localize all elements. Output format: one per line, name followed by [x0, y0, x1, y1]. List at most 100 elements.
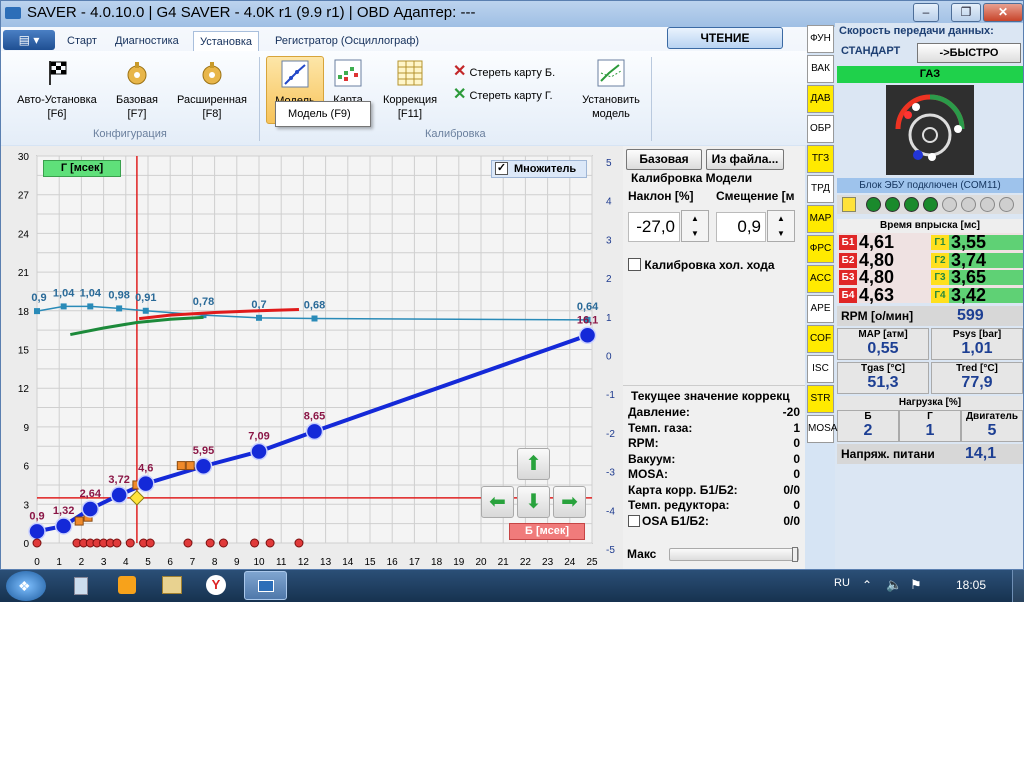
side-tab-6[interactable]: MAP: [807, 205, 834, 233]
folder-icon[interactable]: [162, 576, 182, 594]
side-tab-2[interactable]: ДАВ: [807, 85, 834, 113]
side-tab-13[interactable]: MOSA: [807, 415, 837, 443]
window-title: SAVER - 4.0.10.0 | G4 SAVER - 4.0K r1 (9…: [27, 4, 476, 21]
voltage-row: Напряж. питани 14,1: [837, 444, 1023, 464]
side-tab-4[interactable]: ТГЗ: [807, 145, 834, 173]
multiplier-label: Множитель: [514, 163, 577, 175]
injection-b-label: Б1: [839, 235, 857, 250]
flag-icon[interactable]: ⚑: [910, 577, 922, 593]
tab-diagnostics[interactable]: Диагностика: [109, 31, 185, 51]
correction-list: Давление: -20 Темп. газа: 1 RPM: 0 Вакуум: 0 MOS…: [628, 405, 800, 529]
checkbox-icon[interactable]: [628, 514, 640, 527]
speed-standard: СТАНДАРТ: [841, 45, 901, 57]
side-tab-7[interactable]: ФРС: [807, 235, 834, 263]
advanced-config-button[interactable]: Расширенная [F8]: [169, 59, 255, 121]
map-grid-icon: [334, 59, 362, 87]
offset-spinner[interactable]: ▲ ▼: [767, 210, 795, 242]
idle-calib-checkbox[interactable]: Калибровка хол. хода: [628, 258, 775, 272]
arrow-down-button[interactable]: ⬇: [517, 486, 550, 518]
led-icon: [923, 197, 938, 212]
load-g-value: 1: [925, 422, 935, 439]
spin-down-icon[interactable]: ▼: [768, 226, 794, 241]
injection-b-value: 4,63: [859, 284, 895, 305]
offset-input[interactable]: 0,9: [716, 212, 766, 242]
close-button[interactable]: ✕: [983, 3, 1023, 22]
multiplier-checkbox[interactable]: ✓ Множитель: [491, 160, 587, 178]
x-tick-label: 7: [190, 557, 196, 568]
model-point: [250, 442, 268, 461]
slope-spinner[interactable]: ▲ ▼: [681, 210, 709, 242]
x-tick-label: 1: [56, 557, 62, 568]
spin-up-icon[interactable]: ▲: [768, 211, 794, 226]
x-axis-sample: [294, 538, 304, 548]
clock[interactable]: 18:05: [956, 578, 986, 592]
x-tick-label: 20: [475, 557, 487, 568]
arrow-up-button[interactable]: ⬆: [517, 448, 550, 480]
tab-setup[interactable]: Установка: [193, 31, 259, 51]
load-b-cell: Б 2: [837, 410, 899, 442]
minimize-button[interactable]: ‒: [913, 3, 939, 22]
base-button[interactable]: Базовая: [626, 149, 702, 170]
side-tab-12[interactable]: STR: [807, 385, 834, 413]
tab-recorder[interactable]: Регистратор (Осциллограф): [269, 31, 425, 51]
media-player-icon[interactable]: [118, 576, 136, 594]
arrow-right-button[interactable]: ➡: [553, 486, 586, 518]
ecu-status: Блок ЭБУ подключен (COM11): [837, 178, 1023, 193]
clear-map-b-button[interactable]: ✕ Стереть карту Б.: [453, 61, 555, 81]
multiplier-label: 0,64: [577, 301, 599, 313]
language-indicator[interactable]: RU: [834, 577, 850, 589]
model-point-label: 16,1: [577, 314, 598, 326]
install-model-button[interactable]: Установить модель: [575, 59, 647, 121]
side-tab-11[interactable]: ISC: [807, 355, 834, 383]
map-button[interactable]: Карта: [328, 59, 368, 107]
max-slider[interactable]: [669, 547, 799, 562]
led-icon: [885, 197, 900, 212]
spin-down-icon[interactable]: ▼: [682, 226, 708, 241]
tab-start[interactable]: Старт: [61, 31, 103, 51]
side-tab-9[interactable]: APE: [807, 295, 834, 323]
psys-cell: Psys [bar] 1,01: [931, 328, 1023, 360]
x-axis-sample: [112, 538, 122, 548]
map-value: 0,55: [867, 340, 899, 357]
yandex-browser-icon[interactable]: Y: [206, 575, 226, 595]
correction-row: Темп. редуктора: 0: [628, 498, 800, 514]
volume-icon[interactable]: 🔈: [886, 577, 902, 593]
arrow-right-icon: ➡: [561, 491, 578, 513]
maximize-button[interactable]: ❐: [951, 3, 981, 22]
led-icon: [866, 197, 881, 212]
multiplier-label: 0,7: [251, 299, 266, 311]
x-tick-label: 2: [79, 557, 85, 568]
load-engine-value: 5: [987, 422, 997, 439]
start-button[interactable]: ❖: [6, 571, 46, 601]
read-button[interactable]: ЧТЕНИЕ: [667, 27, 783, 49]
side-tab-3[interactable]: ОБР: [807, 115, 834, 143]
auto-setup-button[interactable]: Авто-Установка [F6]: [9, 59, 105, 121]
side-tab-8[interactable]: ACC: [807, 265, 834, 293]
speed-fast-button[interactable]: ->БЫСТРО: [917, 43, 1021, 63]
tray-arrow-icon[interactable]: ⌃: [862, 578, 872, 592]
slope-input[interactable]: -27,0: [628, 212, 680, 242]
correction-button[interactable]: Коррекция [F11]: [375, 59, 445, 121]
slider-thumb[interactable]: [792, 547, 798, 562]
spin-up-icon[interactable]: ▲: [682, 211, 708, 226]
clear-map-g-button[interactable]: ✕ Стереть карту Г.: [453, 84, 553, 104]
side-tab-5[interactable]: ТРД: [807, 175, 834, 203]
correction-row-value: 0: [793, 451, 800, 466]
side-tab-1[interactable]: ВАК: [807, 55, 834, 83]
side-tab-0[interactable]: ФУН: [807, 25, 834, 53]
saver-taskbar-button[interactable]: [244, 571, 287, 600]
correction-row-label: Давление:: [628, 405, 690, 419]
app-menu-button[interactable]: ▤ ▾: [3, 30, 55, 50]
y-tick-label: 0: [23, 539, 29, 550]
sample-point: [74, 516, 84, 526]
basic-config-button[interactable]: Базовая [F7]: [107, 59, 167, 121]
calculator-icon[interactable]: [74, 577, 88, 595]
correction-row-value: -20: [782, 405, 800, 419]
side-tab-10[interactable]: COF: [807, 325, 834, 353]
show-desktop-button[interactable]: [1012, 570, 1024, 602]
arrow-left-button[interactable]: ⬅: [481, 486, 514, 518]
from-file-button[interactable]: Из файла...: [706, 149, 784, 170]
injection-g-value: 3,74: [951, 249, 987, 270]
load-title: Нагрузка [%]: [837, 396, 1023, 410]
checkbox-checked-icon: ✓: [495, 162, 508, 175]
